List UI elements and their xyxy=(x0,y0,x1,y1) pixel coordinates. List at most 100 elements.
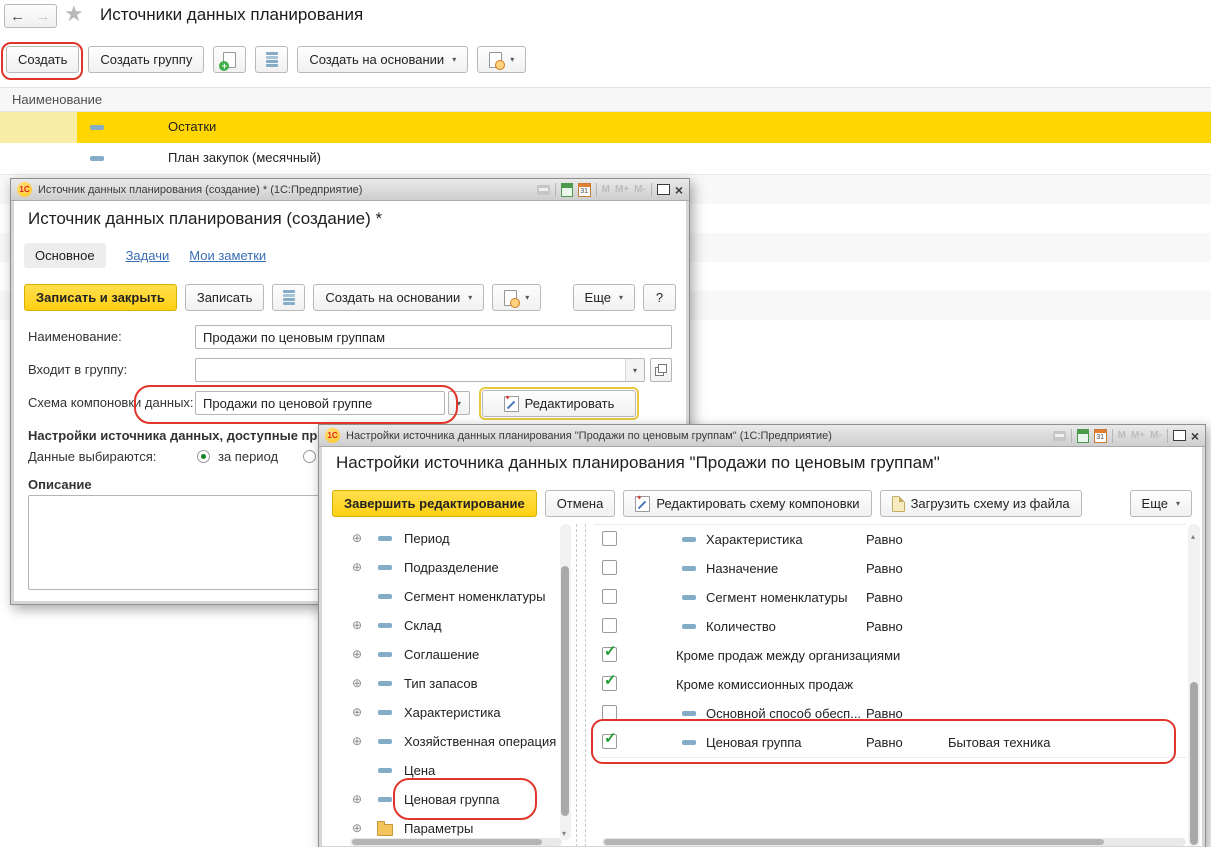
memory-plus-button[interactable]: M+ xyxy=(1131,430,1145,441)
checkbox[interactable] xyxy=(602,618,617,633)
tab-tasks[interactable]: Задачи xyxy=(126,248,170,263)
create-based-on-button[interactable]: Создать на основании▾ xyxy=(297,46,468,73)
schema-input[interactable]: Продажи по ценовой группе xyxy=(195,391,445,415)
group-open-button[interactable] xyxy=(650,358,672,382)
tree-item[interactable]: Сегмент номенклатуры xyxy=(332,582,558,611)
maximize-icon[interactable] xyxy=(1173,430,1186,441)
list-horizontal-scrollbar[interactable] xyxy=(602,838,1186,846)
expand-icon[interactable]: ⊕ xyxy=(352,619,362,631)
back-button[interactable]: ← xyxy=(4,4,31,28)
calculator-icon[interactable] xyxy=(561,183,573,197)
tree-scrollbar-thumb[interactable] xyxy=(561,566,569,816)
name-input[interactable]: Продажи по ценовым группам xyxy=(195,325,672,349)
tree-item[interactable]: ⊕Тип запасов xyxy=(332,669,558,698)
radio-second-option[interactable] xyxy=(303,450,316,463)
tree-item[interactable]: ⊕Характеристика xyxy=(332,698,558,727)
copy-button[interactable] xyxy=(213,46,246,73)
edit-composition-schema-button[interactable]: Редактировать схему компоновки xyxy=(623,490,871,517)
close-icon[interactable]: × xyxy=(1191,429,1199,443)
expand-icon[interactable]: ⊕ xyxy=(352,822,362,834)
radio-for-period[interactable] xyxy=(197,450,210,463)
print-icon[interactable] xyxy=(537,185,550,195)
condition-row[interactable]: КоличествоРавно xyxy=(594,612,1186,642)
list-vertical-scrollbar[interactable]: ▴ xyxy=(1188,524,1200,846)
memory-button[interactable]: M xyxy=(1118,430,1126,441)
checkbox[interactable] xyxy=(602,560,617,575)
calendar-icon[interactable]: 31 xyxy=(578,183,591,197)
panel-splitter[interactable] xyxy=(576,524,586,846)
expand-icon[interactable]: ⊕ xyxy=(352,648,362,660)
expand-icon[interactable]: ⊕ xyxy=(352,735,362,747)
tab-main[interactable]: Основное xyxy=(24,243,106,268)
dialog2-titlebar[interactable]: 1С Настройки источника данных планирован… xyxy=(319,425,1205,447)
tree-vertical-scrollbar[interactable]: ▾ xyxy=(560,524,571,840)
more-button[interactable]: Еще▾ xyxy=(573,284,635,311)
tree-item[interactable]: ⊕Подразделение xyxy=(332,553,558,582)
tree-item[interactable]: ⊕Период xyxy=(332,524,558,553)
checkbox[interactable]: ✓ xyxy=(602,734,617,749)
tree-item[interactable]: ⊕Соглашение xyxy=(332,640,558,669)
checkbox[interactable]: ✓ xyxy=(602,676,617,691)
tab-my-notes[interactable]: Мои заметки xyxy=(189,248,266,263)
group-input[interactable]: ▾ xyxy=(195,358,645,382)
edit-schema-button[interactable]: Редактировать xyxy=(482,390,636,417)
maximize-icon[interactable] xyxy=(657,184,670,195)
tree-item[interactable]: ⊕Склад xyxy=(332,611,558,640)
scroll-down-icon[interactable]: ▾ xyxy=(562,829,566,838)
tree-horizontal-scrollbar[interactable] xyxy=(350,838,562,846)
checkbox[interactable] xyxy=(602,589,617,604)
list-scrollbar-thumb[interactable] xyxy=(1190,682,1198,845)
table-row-selected[interactable]: Остатки xyxy=(0,112,1211,143)
cancel-button[interactable]: Отмена xyxy=(545,490,616,517)
condition-row[interactable]: ✓Кроме продаж между организациями xyxy=(594,641,1186,671)
create-group-button[interactable]: Создать группу xyxy=(88,46,204,73)
calculator-icon[interactable] xyxy=(1077,429,1089,443)
group-dropdown-icon[interactable]: ▾ xyxy=(625,359,644,381)
forward-button[interactable]: → xyxy=(30,4,57,28)
create-based-on-button[interactable]: Создать на основании▾ xyxy=(313,284,484,311)
expand-icon[interactable]: ⊕ xyxy=(352,706,362,718)
condition-row[interactable]: ХарактеристикаРавно xyxy=(594,525,1186,555)
finish-editing-button[interactable]: Завершить редактирование xyxy=(332,490,537,517)
tree-item[interactable]: ⊕Ценовая группа xyxy=(332,785,558,814)
help-button[interactable]: ? xyxy=(643,284,676,311)
memory-plus-button[interactable]: M+ xyxy=(615,184,629,195)
calendar-icon[interactable]: 31 xyxy=(1094,429,1107,443)
condition-row[interactable]: НазначениеРавно xyxy=(594,554,1186,584)
save-and-close-button[interactable]: Записать и закрыть xyxy=(24,284,177,311)
tree-item[interactable]: ⊕Хозяйственная операция xyxy=(332,727,558,756)
tree-hscroll-thumb[interactable] xyxy=(352,839,542,845)
condition-row[interactable]: ✓Ценовая группаРавноБытовая техника xyxy=(594,728,1186,758)
subordination-structure-button[interactable] xyxy=(255,46,288,73)
table-header[interactable]: Наименование xyxy=(0,87,1211,112)
report-dropdown-button[interactable]: ▾ xyxy=(477,46,526,73)
tree-item[interactable]: Цена xyxy=(332,756,558,785)
memory-button[interactable]: M xyxy=(602,184,610,195)
condition-row[interactable]: Сегмент номенклатурыРавно xyxy=(594,583,1186,613)
memory-minus-button[interactable]: M- xyxy=(634,184,646,195)
scroll-up-icon[interactable]: ▴ xyxy=(1191,532,1195,541)
condition-row[interactable]: ✓Кроме комиссионных продаж xyxy=(594,670,1186,700)
report-dropdown-button[interactable]: ▾ xyxy=(492,284,541,311)
expand-icon[interactable]: ⊕ xyxy=(352,561,362,573)
schema-dropdown-button[interactable]: ▾ xyxy=(448,391,470,415)
load-schema-button[interactable]: Загрузить схему из файла xyxy=(880,490,1082,517)
expand-icon[interactable]: ⊕ xyxy=(352,532,362,544)
create-button[interactable]: Создать xyxy=(6,46,79,73)
checkbox[interactable] xyxy=(602,705,617,720)
favorite-star-icon[interactable]: ★ xyxy=(64,1,84,27)
expand-icon[interactable]: ⊕ xyxy=(352,677,362,689)
dialog1-titlebar[interactable]: 1С Источник данных планирования (создани… xyxy=(11,179,689,201)
expand-icon[interactable]: ⊕ xyxy=(352,793,362,805)
checkbox[interactable]: ✓ xyxy=(602,647,617,662)
list-hscroll-thumb[interactable] xyxy=(604,839,1104,845)
subordination-structure-button[interactable] xyxy=(272,284,305,311)
print-icon[interactable] xyxy=(1053,431,1066,441)
more-button[interactable]: Еще▾ xyxy=(1130,490,1192,517)
save-button[interactable]: Записать xyxy=(185,284,265,311)
checkbox[interactable] xyxy=(602,531,617,546)
table-row[interactable]: План закупок (месячный) xyxy=(0,143,1211,175)
condition-row[interactable]: Основной способ обесп...Равно xyxy=(594,699,1186,729)
close-icon[interactable]: × xyxy=(675,183,683,197)
memory-minus-button[interactable]: M- xyxy=(1150,430,1162,441)
